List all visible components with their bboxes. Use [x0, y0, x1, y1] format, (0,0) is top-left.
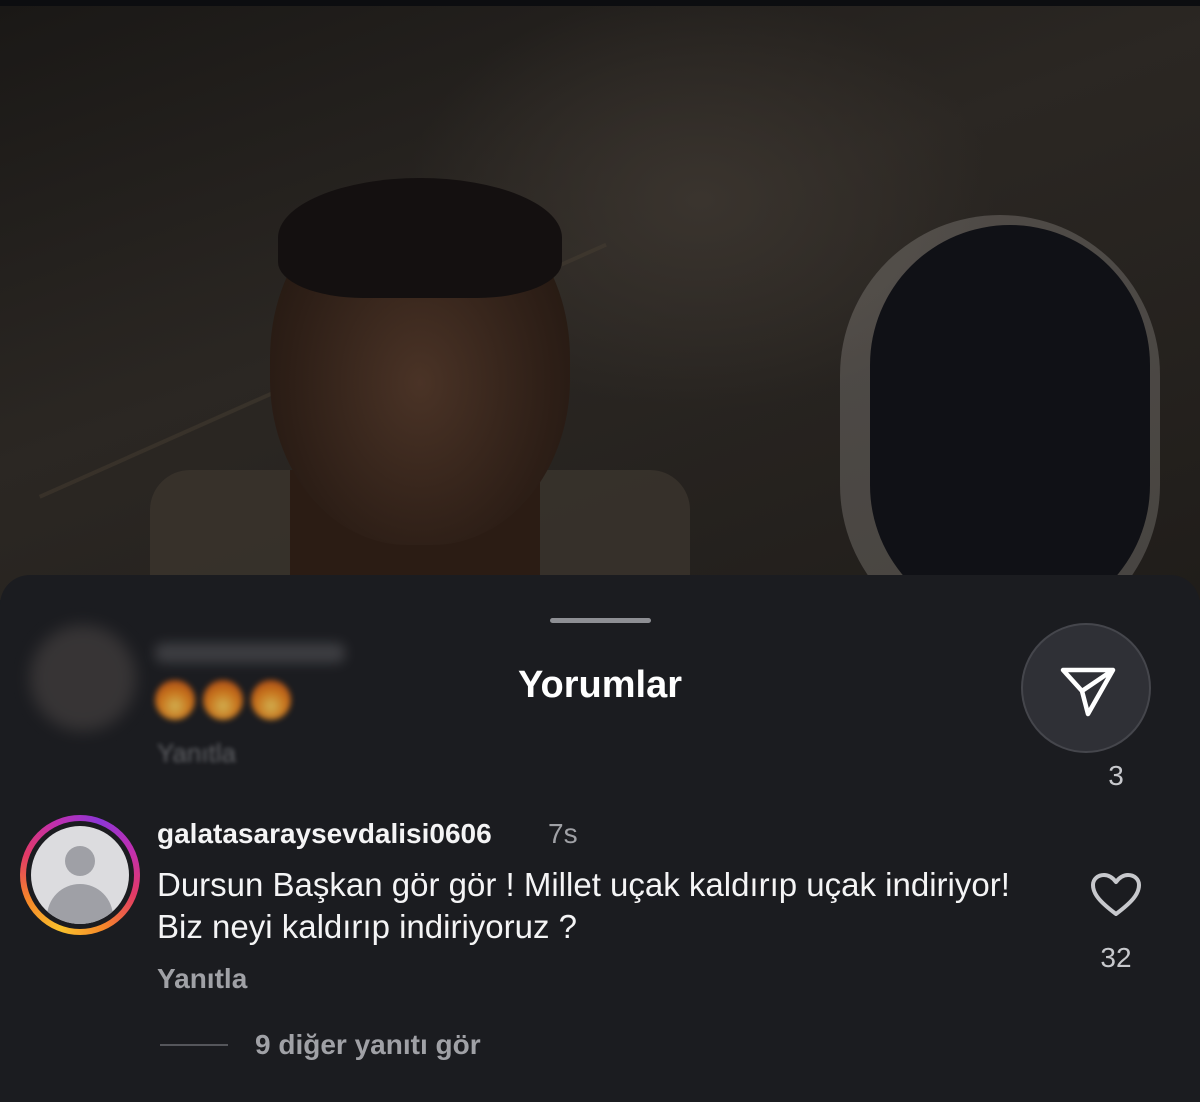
heart-icon[interactable] — [1090, 872, 1142, 918]
like-count: 32 — [1100, 942, 1132, 973]
avatar[interactable] — [31, 826, 129, 924]
comment-timestamp: 7s — [548, 818, 578, 849]
share-count: 3 — [1108, 760, 1124, 791]
replies-divider — [160, 1044, 228, 1046]
sheet-title: Yorumlar — [517, 664, 682, 706]
default-avatar-icon — [65, 846, 95, 876]
blurred-reply-link[interactable]: Yanıtla — [157, 738, 236, 769]
airplane-window — [870, 225, 1150, 600]
view-replies-link[interactable]: 9 diğer yanıtı gör — [255, 1029, 481, 1061]
comment-username[interactable]: galatasaraysevdalisi0606 — [157, 818, 492, 850]
comment-text: Dursun Başkan gör gör ! Millet uçak kald… — [157, 866, 1010, 945]
person-hair — [278, 178, 562, 298]
sheet-drag-handle[interactable] — [550, 618, 651, 623]
blurred-username — [155, 643, 345, 663]
send-icon — [1060, 667, 1116, 717]
reply-button[interactable]: Yanıtla — [157, 963, 247, 995]
status-strip — [0, 0, 1200, 6]
share-button[interactable] — [1021, 623, 1151, 753]
post-image — [0, 0, 1200, 600]
